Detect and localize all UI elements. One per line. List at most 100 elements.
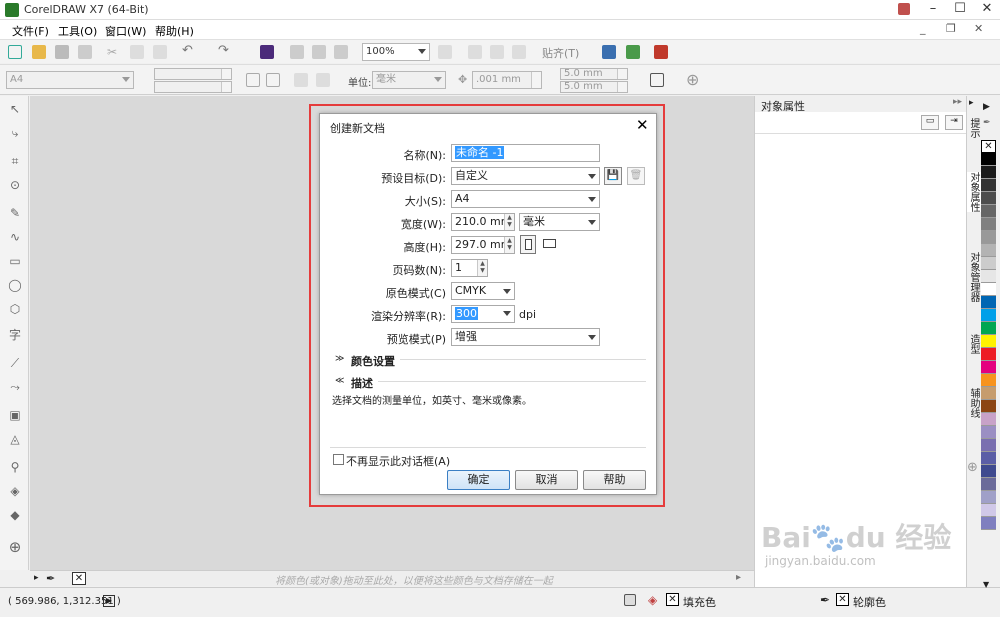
- duplicate-x-field[interactable]: 5.0 mm: [560, 68, 628, 80]
- docker-page-icon[interactable]: ▭: [921, 115, 939, 130]
- interactive-fill-icon[interactable]: ◈: [8, 484, 22, 498]
- snap-to-menu[interactable]: 贴齐(T): [542, 45, 579, 61]
- options-icon[interactable]: [626, 45, 640, 59]
- paste-icon[interactable]: [153, 45, 167, 59]
- cut-icon[interactable]: ✂: [107, 45, 121, 59]
- page-height-field[interactable]: [154, 81, 232, 93]
- duplicate-y-field[interactable]: 5.0 mm: [560, 81, 628, 93]
- doc-restore-button[interactable]: ❐: [946, 22, 956, 35]
- dont-show-checkbox[interactable]: [333, 454, 344, 465]
- grid-icon[interactable]: [490, 45, 504, 59]
- landscape-icon[interactable]: [266, 73, 280, 87]
- close-window-button[interactable]: ✕: [974, 0, 1000, 20]
- landscape-orientation-button[interactable]: [543, 239, 556, 248]
- menu-help[interactable]: 帮助(H): [155, 23, 194, 39]
- name-input[interactable]: 未命名 -1: [451, 144, 600, 162]
- palette-swatch[interactable]: [981, 166, 996, 179]
- palette-swatch[interactable]: [981, 517, 996, 530]
- new-document-icon[interactable]: [8, 45, 22, 59]
- eyedropper-tool-icon[interactable]: ⚲: [8, 460, 22, 474]
- undo-icon[interactable]: ↶: [182, 43, 193, 58]
- units-select[interactable]: 毫米: [372, 71, 446, 89]
- save-preset-icon[interactable]: 💾: [604, 167, 622, 185]
- palette-swatch[interactable]: [981, 192, 996, 205]
- crop-tool-icon[interactable]: ⌗: [8, 154, 22, 168]
- minimize-button[interactable]: –: [920, 0, 946, 20]
- description-header[interactable]: 描述: [351, 375, 373, 391]
- portrait-orientation-button[interactable]: [520, 235, 536, 254]
- welcome-screen-icon[interactable]: [602, 45, 616, 59]
- document-palette[interactable]: ▸ ✒ ✕ 将颜色(或对象)拖动至此处，以便将这些颜色与文档存储在一起 ▸: [30, 570, 754, 587]
- add-tab-icon[interactable]: ⊕: [967, 460, 978, 475]
- publish-icon[interactable]: [334, 45, 348, 59]
- help-button[interactable]: 帮助: [583, 470, 646, 490]
- drop-shadow-tool-icon[interactable]: ▣: [8, 408, 22, 422]
- palette-swatch[interactable]: [981, 270, 996, 283]
- guidelines-icon[interactable]: [512, 45, 526, 59]
- palette-swatch[interactable]: [981, 218, 996, 231]
- text-tool-icon[interactable]: 字: [8, 328, 22, 342]
- ok-button[interactable]: 确定: [447, 470, 510, 490]
- delete-preset-icon[interactable]: 🗑: [627, 167, 645, 185]
- width-unit-select[interactable]: 毫米: [519, 213, 600, 231]
- palette-swatch[interactable]: [981, 491, 996, 504]
- shape-tool-icon[interactable]: ⤷: [8, 126, 22, 140]
- tab-shaping[interactable]: 造型: [967, 334, 981, 354]
- palette-swatch[interactable]: [981, 296, 996, 309]
- add-tool-icon[interactable]: ⊕: [8, 540, 22, 555]
- preset-select[interactable]: 自定义: [451, 167, 600, 185]
- resolution-input[interactable]: 300: [451, 305, 515, 323]
- smart-fill-icon[interactable]: ◆: [8, 508, 22, 522]
- doc-close-button[interactable]: ✕: [974, 22, 983, 35]
- palette-swatch[interactable]: [981, 283, 996, 296]
- preview-mode-select[interactable]: 增强: [451, 328, 600, 346]
- menu-file[interactable]: 文件(F): [12, 23, 49, 39]
- user-icon[interactable]: [898, 3, 910, 15]
- page-size-select[interactable]: A4: [6, 71, 134, 89]
- size-select[interactable]: A4: [451, 190, 600, 208]
- portrait-icon[interactable]: [246, 73, 260, 87]
- palette-swatch[interactable]: [981, 244, 996, 257]
- full-screen-icon[interactable]: [438, 45, 452, 59]
- connector-tool-icon[interactable]: ⤳: [8, 380, 22, 394]
- expand-color-settings-icon[interactable]: ≫: [335, 354, 344, 364]
- palette-swatch[interactable]: [981, 335, 996, 348]
- palette-swatch[interactable]: [981, 257, 996, 270]
- tab-guidelines[interactable]: 辅助线: [967, 388, 981, 418]
- open-icon[interactable]: [32, 45, 46, 59]
- save-icon[interactable]: [55, 45, 69, 59]
- print-icon[interactable]: [78, 45, 92, 59]
- fill-color-swatch[interactable]: ✕: [666, 593, 679, 606]
- rulers-icon[interactable]: [468, 45, 482, 59]
- palette-swatch[interactable]: [981, 413, 996, 426]
- palette-menu-icon[interactable]: ▶: [983, 102, 990, 112]
- palette-swatch[interactable]: [981, 452, 996, 465]
- treat-as-filled-icon[interactable]: [650, 73, 664, 87]
- palette-eyedropper-icon[interactable]: ✒: [983, 118, 991, 128]
- ellipse-tool-icon[interactable]: ◯: [8, 278, 22, 292]
- height-input[interactable]: 297.0 mm ▲ ▼: [451, 236, 515, 254]
- palette-swatch[interactable]: ✕: [981, 140, 996, 153]
- add-icon[interactable]: ⊕: [686, 70, 699, 89]
- palette-swatch[interactable]: [981, 348, 996, 361]
- artistic-media-icon[interactable]: ∿: [8, 230, 22, 244]
- tab-object-properties[interactable]: 对象属性: [967, 172, 981, 212]
- outline-color-swatch[interactable]: ✕: [836, 593, 849, 606]
- docker-collapse-icon[interactable]: ▸▸: [953, 97, 962, 107]
- zoom-tool-icon[interactable]: ⊙: [8, 178, 22, 192]
- cancel-button[interactable]: 取消: [515, 470, 578, 490]
- pick-tool-icon[interactable]: ↖: [8, 102, 22, 116]
- application-launcher-icon[interactable]: [654, 45, 668, 59]
- export-icon[interactable]: [312, 45, 326, 59]
- palette-swatch[interactable]: [981, 439, 996, 452]
- dimension-tool-icon[interactable]: ⟋: [8, 356, 22, 370]
- palette-swatch[interactable]: [981, 478, 996, 491]
- collapse-description-icon[interactable]: ≪: [335, 376, 344, 386]
- menu-tools[interactable]: 工具(O): [58, 23, 97, 39]
- width-input[interactable]: 210.0 mm ▲ ▼: [451, 213, 515, 231]
- nudge-field[interactable]: .001 mm: [472, 71, 542, 89]
- eyedropper-icon[interactable]: ✒: [46, 572, 55, 585]
- color-proof-icon[interactable]: [624, 594, 636, 606]
- no-color-swatch[interactable]: ✕: [72, 572, 86, 585]
- status-arrow-button[interactable]: ▶: [103, 595, 115, 607]
